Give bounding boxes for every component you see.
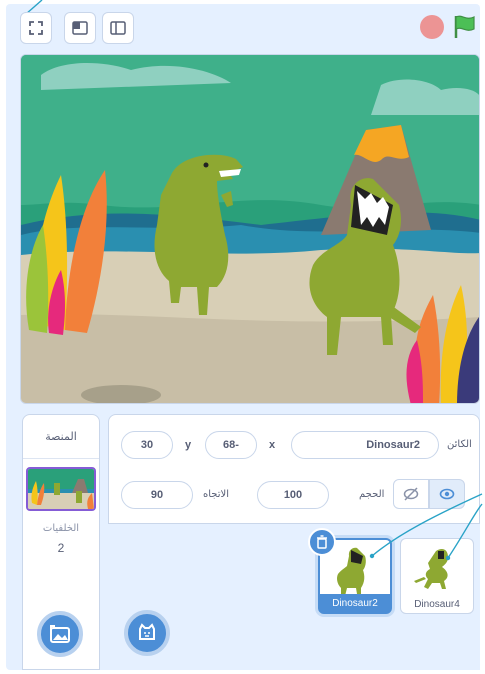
sprite-name: Dinosaur2 xyxy=(320,594,390,612)
backdrops-count: 2 xyxy=(57,541,65,555)
delete-sprite-button[interactable] xyxy=(308,528,336,556)
y-field[interactable]: 30 xyxy=(121,431,173,459)
y-label: y xyxy=(185,439,192,451)
callout-lines xyxy=(369,493,483,561)
backdrop-image-icon xyxy=(50,625,70,643)
sprite-name: Dinosaur4 xyxy=(414,598,460,610)
stage-canvas[interactable] xyxy=(20,54,480,404)
stage-thumbnail[interactable] xyxy=(26,467,96,511)
x-field[interactable]: 68- xyxy=(205,431,257,459)
x-label: x xyxy=(269,439,276,451)
sprite-pane: 30 y 68- x Dinosaur2 الكائن 90 الاتجاه 1… xyxy=(108,414,483,670)
fullscreen-button[interactable] xyxy=(20,12,52,44)
fullscreen-icon xyxy=(29,21,43,35)
green-flag-icon[interactable] xyxy=(452,13,478,41)
cat-sprite-icon xyxy=(139,623,155,640)
normal-stage-icon xyxy=(110,21,126,35)
stage-scene xyxy=(21,55,479,403)
trash-icon xyxy=(317,535,327,549)
small-stage-icon xyxy=(72,21,88,35)
choose-backdrop-button[interactable] xyxy=(37,611,83,657)
sprite-name-field[interactable]: Dinosaur2 xyxy=(291,431,439,459)
stage-selector[interactable]: المنصة الخلفيات 2 xyxy=(22,414,100,670)
stop-button[interactable] xyxy=(420,15,444,39)
normal-stage-button[interactable] xyxy=(102,12,134,44)
sprite-label: الكائن xyxy=(447,439,472,450)
backdrops-label: الخلفيات xyxy=(42,523,80,534)
backdrop-thumbnail xyxy=(28,469,94,509)
choose-sprite-button[interactable] xyxy=(124,610,170,656)
size-field[interactable]: 100 xyxy=(257,481,329,509)
direction-field[interactable]: 90 xyxy=(121,481,193,509)
small-stage-button[interactable] xyxy=(64,12,96,44)
direction-label: الاتجاه xyxy=(203,489,230,500)
stage-header: المنصة xyxy=(23,415,99,459)
